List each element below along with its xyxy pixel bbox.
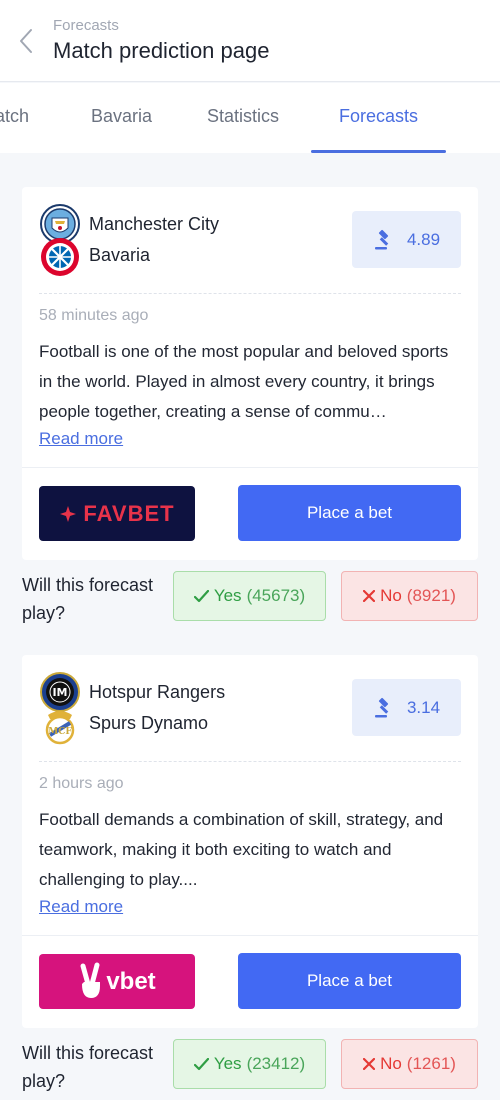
vote-yes-label: Yes bbox=[213, 1054, 242, 1073]
breadcrumb: Forecasts bbox=[53, 17, 119, 34]
divider bbox=[22, 935, 478, 936]
forecast-description: Football demands a combination of skill,… bbox=[39, 810, 444, 889]
svg-text:IM: IM bbox=[52, 686, 67, 699]
brand-name: vbet bbox=[106, 967, 156, 995]
check-icon bbox=[193, 1057, 209, 1070]
vote-yes-count: (23412) bbox=[246, 1054, 306, 1073]
tab-bar: Match Bavaria Statistics Forecasts bbox=[0, 83, 500, 153]
divider bbox=[22, 467, 478, 468]
vote-no-button[interactable]: No (1261) bbox=[341, 1039, 478, 1089]
page-header: Forecasts Match prediction page bbox=[0, 0, 500, 82]
vote-question: Will this forecast play? bbox=[22, 575, 154, 623]
timestamp: 58 minutes ago bbox=[39, 307, 149, 324]
vote-yes-label: Yes bbox=[213, 586, 242, 605]
odds-button[interactable]: 3.14 bbox=[352, 679, 461, 736]
close-icon bbox=[363, 590, 376, 602]
chevron-left-icon bbox=[20, 29, 32, 53]
vote-no-label: No bbox=[380, 1054, 402, 1073]
vote-no-label: No bbox=[380, 586, 402, 605]
forecast-card: Manchester City Bavaria 4.89 58 minutes … bbox=[22, 187, 478, 560]
vote-yes-button[interactable]: Yes (45673) bbox=[173, 571, 326, 621]
timestamp: 2 hours ago bbox=[39, 775, 124, 792]
tab-statistics[interactable]: Statistics bbox=[207, 106, 279, 127]
real-madrid-crest-icon: MCF bbox=[38, 705, 82, 745]
team-home-name: Manchester City bbox=[89, 214, 220, 234]
favbet-star-icon bbox=[60, 505, 77, 522]
tab-forecasts[interactable]: Forecasts bbox=[339, 106, 418, 127]
forecast-vote: Will this forecast play? Yes (23412) No … bbox=[22, 1039, 478, 1100]
read-more-link[interactable]: Read more bbox=[39, 429, 123, 449]
gavel-icon bbox=[374, 697, 389, 717]
vote-question: Will this forecast play? bbox=[22, 1043, 154, 1091]
tab-match[interactable]: Match bbox=[0, 106, 29, 127]
odds-button[interactable]: 4.89 bbox=[352, 211, 461, 268]
close-icon bbox=[363, 1058, 376, 1070]
victory-hand-icon bbox=[80, 962, 101, 998]
back-button[interactable] bbox=[14, 26, 38, 56]
forecast-description: Football is one of the most popular and … bbox=[39, 342, 449, 421]
forecast-card: IM MCF Hotspur Rangers Spurs Dynamo 3.14… bbox=[22, 655, 478, 1028]
team-home-name: Hotspur Rangers bbox=[89, 682, 226, 702]
forecast-vote: Will this forecast play? Yes (45673) No … bbox=[22, 571, 478, 633]
gavel-icon bbox=[374, 229, 389, 249]
vbet-logo[interactable]: vbet bbox=[39, 954, 195, 1009]
odds-value: 3.14 bbox=[406, 697, 441, 717]
active-tab-indicator bbox=[311, 150, 446, 153]
vote-yes-button[interactable]: Yes (23412) bbox=[173, 1039, 326, 1089]
svg-text:MCF: MCF bbox=[48, 727, 72, 737]
odds-value: 4.89 bbox=[406, 229, 441, 249]
vote-no-count: (1261) bbox=[406, 1054, 456, 1073]
place-bet-button[interactable]: Place a bet bbox=[238, 953, 461, 1009]
place-bet-button[interactable]: Place a bet bbox=[238, 485, 461, 541]
read-more-link[interactable]: Read more bbox=[39, 897, 123, 917]
bayern-munich-crest-icon bbox=[38, 237, 82, 277]
brand-name: FAVBET bbox=[83, 500, 175, 526]
tab-bavaria[interactable]: Bavaria bbox=[91, 106, 152, 127]
favbet-logo[interactable]: FAVBET bbox=[39, 486, 195, 541]
page-title: Match prediction page bbox=[53, 38, 270, 63]
divider bbox=[39, 293, 461, 294]
team-away-name: Spurs Dynamo bbox=[89, 713, 209, 733]
vote-yes-count: (45673) bbox=[246, 586, 306, 605]
divider bbox=[39, 761, 461, 762]
vote-no-button[interactable]: No (8921) bbox=[341, 571, 478, 621]
team-away-name: Bavaria bbox=[89, 245, 151, 265]
vote-no-count: (8921) bbox=[406, 586, 456, 605]
check-icon bbox=[193, 589, 209, 602]
